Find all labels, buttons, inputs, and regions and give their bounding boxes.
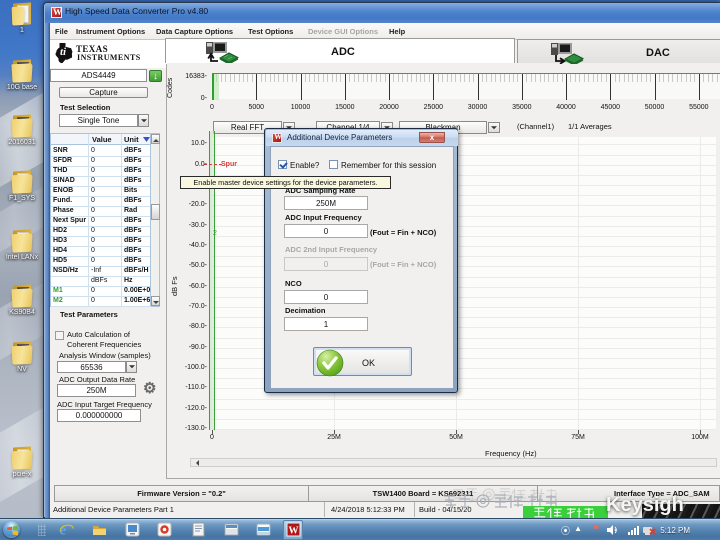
svg-text:W: W bbox=[289, 526, 299, 537]
svg-text:ti: ti bbox=[60, 46, 67, 58]
